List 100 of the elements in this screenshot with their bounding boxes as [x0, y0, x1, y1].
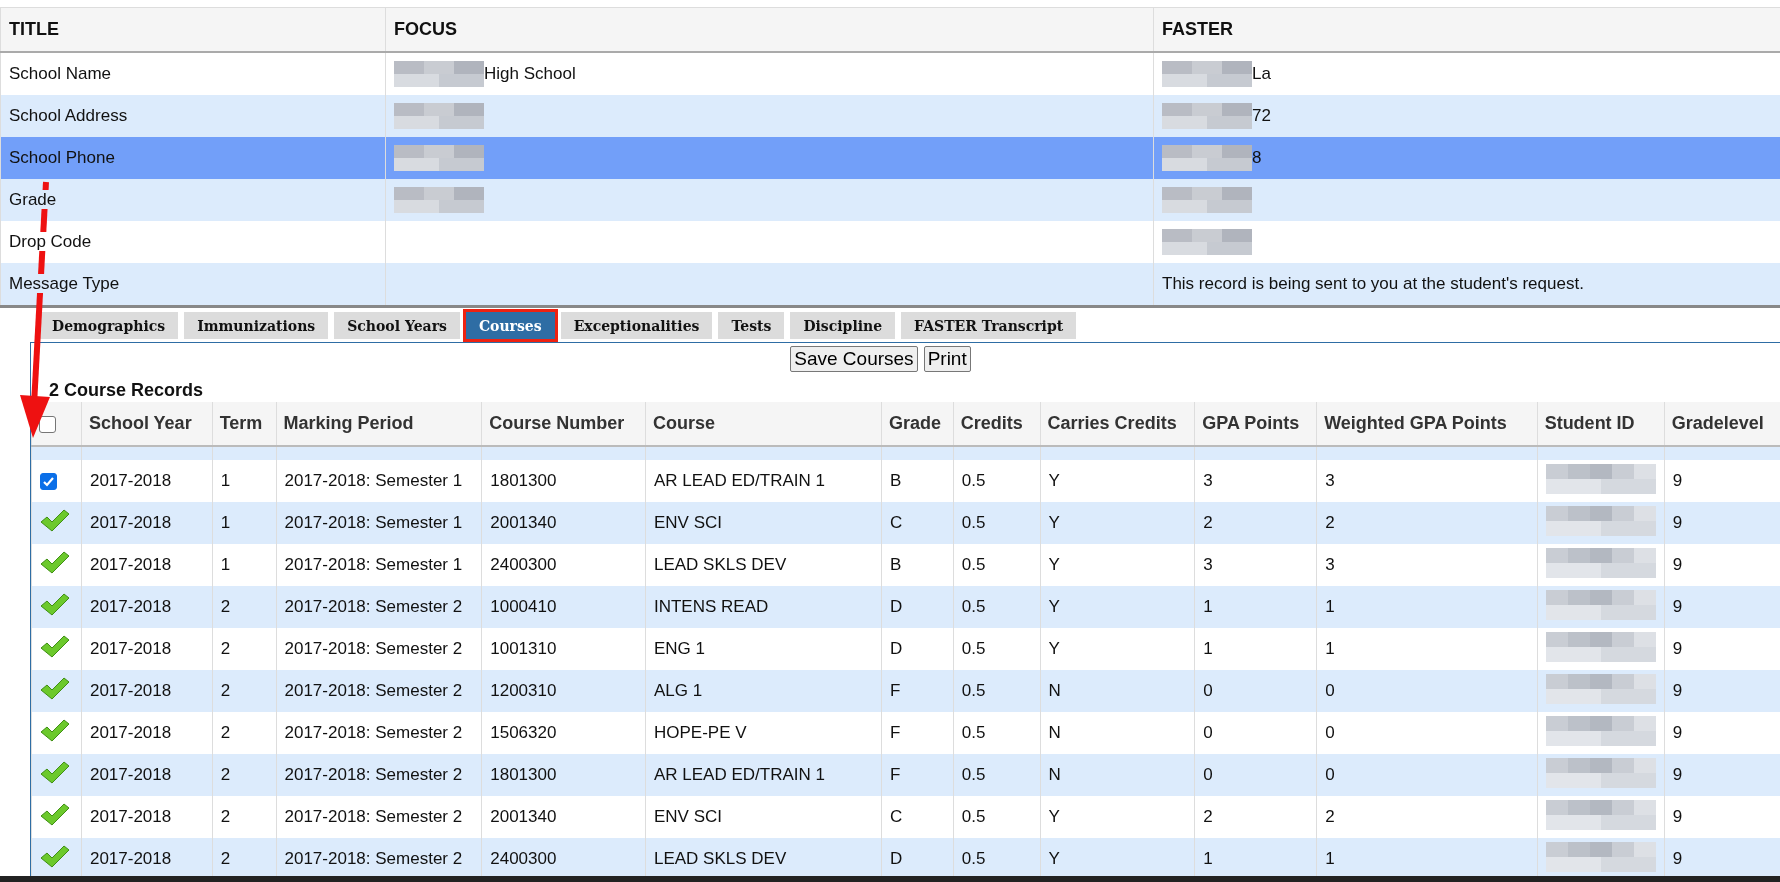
table-cell: ALG 1: [653, 681, 703, 700]
table-cell: 2: [220, 639, 231, 658]
table-cell: 2017-2018: [89, 807, 172, 826]
table-cell: 2017-2018: Semester 1: [284, 555, 463, 574]
table-cell: 2017-2018: [89, 723, 172, 742]
tab[interactable]: Demographics: [39, 312, 179, 339]
table-cell: LEAD SKLS DEV: [653, 555, 787, 574]
table-row[interactable]: School Phone 8: [0, 137, 1780, 179]
table-cell: 1: [1203, 597, 1213, 616]
records-heading: 2 Course Records: [48, 379, 205, 402]
table-cell: 2: [220, 723, 231, 742]
table-cell: 1801300: [490, 765, 557, 784]
table-cell: 2: [220, 807, 231, 826]
column-header: GPA Points: [1194, 402, 1317, 446]
select-all-checkbox[interactable]: [39, 415, 56, 433]
column-header: School Year: [81, 402, 213, 446]
check-mark-icon: [40, 676, 70, 701]
table-cell: F: [889, 765, 901, 784]
table-cell: 2: [1325, 513, 1335, 532]
table-cell: 9: [1672, 639, 1683, 658]
table-cell: C: [889, 807, 903, 826]
table-cell: 2: [1203, 513, 1213, 532]
table-cell: B: [889, 555, 902, 574]
check-mark-icon: [40, 550, 70, 575]
column-header: FASTER: [1153, 7, 1780, 52]
table-cell: N: [1048, 723, 1061, 742]
table-cell: AR LEAD ED/TRAIN 1: [653, 471, 825, 490]
table-cell: 0: [1325, 765, 1335, 784]
tab[interactable]: Tests: [718, 312, 785, 339]
table-cell: 2: [1325, 807, 1335, 826]
action-button[interactable]: Print: [923, 346, 971, 372]
tab[interactable]: Immunizations: [184, 312, 329, 339]
table-cell: 1001310: [490, 639, 557, 658]
tab[interactable]: FASTER Transcript: [901, 312, 1077, 339]
table-cell: 1: [220, 555, 231, 574]
table-cell: 9: [1672, 723, 1683, 742]
table-cell: 9: [1672, 597, 1683, 616]
table-cell: F: [889, 723, 901, 742]
row-title: Grade: [9, 190, 57, 209]
table-cell: 2: [220, 681, 231, 700]
cell-text: High School: [484, 64, 576, 84]
table-cell: 2017-2018: Semester 2: [284, 765, 463, 784]
table-cell: 9: [1672, 471, 1683, 490]
table-cell: 2: [220, 849, 231, 868]
table-row[interactable]: Message Type This record is being sent to you at the student's request.: [0, 263, 1780, 307]
table-cell: 2017-2018: Semester 1: [284, 471, 463, 490]
check-mark-icon: [40, 760, 70, 785]
table-cell: 2017-2018: [89, 471, 172, 490]
row-checkbox[interactable]: [40, 473, 57, 490]
tab[interactable]: Discipline: [790, 312, 896, 339]
check-mark-icon: [40, 844, 70, 869]
cell-text: This record is being sent to you at the student's request.: [1162, 274, 1584, 294]
table-cell: 1506320: [490, 723, 557, 742]
column-header: Term: [212, 402, 276, 446]
table-cell: 2017-2018: Semester 2: [284, 807, 463, 826]
cell-text: 72: [1252, 106, 1271, 126]
table-cell: 0: [1203, 765, 1213, 784]
table-cell: 0.5: [961, 681, 986, 700]
action-button[interactable]: Save Courses: [790, 346, 918, 372]
row-title: Drop Code: [9, 232, 92, 251]
table-cell: 1801300: [490, 471, 557, 490]
table-cell: C: [889, 513, 903, 532]
table-cell: D: [889, 849, 903, 868]
table-cell: 1000410: [490, 597, 557, 616]
column-header: Course Number: [481, 402, 646, 446]
table-cell: 0.5: [961, 555, 986, 574]
column-header: Student ID: [1537, 402, 1665, 446]
column-header: Credits: [953, 402, 1041, 446]
table-cell: 1: [220, 471, 231, 490]
table-cell: N: [1048, 765, 1061, 784]
table-cell: 2017-2018: Semester 1: [284, 513, 463, 532]
table-cell: ENV SCI: [653, 807, 722, 826]
table-cell: 1: [1203, 639, 1213, 658]
table-cell: 1200310: [490, 681, 557, 700]
table-cell: N: [1048, 681, 1061, 700]
table-row[interactable]: Drop Code: [0, 221, 1780, 263]
tab[interactable]: School Years: [334, 312, 460, 339]
table-row[interactable]: School Address 72: [0, 95, 1780, 137]
tab[interactable]: Courses: [465, 312, 555, 339]
table-cell: 0: [1325, 681, 1335, 700]
table-row[interactable]: School Name High School La: [0, 52, 1780, 95]
table-cell: 0.5: [961, 597, 986, 616]
table-cell: D: [889, 639, 903, 658]
table-row[interactable]: Grade: [0, 179, 1780, 221]
column-header: Marking Period: [276, 402, 482, 446]
table-cell: AR LEAD ED/TRAIN 1: [653, 765, 825, 784]
column-header: FOCUS: [385, 7, 1154, 52]
check-mark-icon: [40, 508, 70, 533]
table-cell: 2017-2018: [89, 555, 172, 574]
table-cell: INTENS READ: [653, 597, 769, 616]
tab[interactable]: Exceptionalities: [560, 312, 713, 339]
table-cell: LEAD SKLS DEV: [653, 849, 787, 868]
row-title: Message Type: [9, 274, 120, 293]
table-cell: 1: [220, 513, 231, 532]
table-cell: 2: [220, 597, 231, 616]
table-cell: 9: [1672, 681, 1683, 700]
table-cell: 2001340: [490, 513, 557, 532]
table-cell: 9: [1672, 849, 1683, 868]
table-cell: Y: [1048, 471, 1060, 490]
column-header: TITLE: [0, 7, 386, 52]
